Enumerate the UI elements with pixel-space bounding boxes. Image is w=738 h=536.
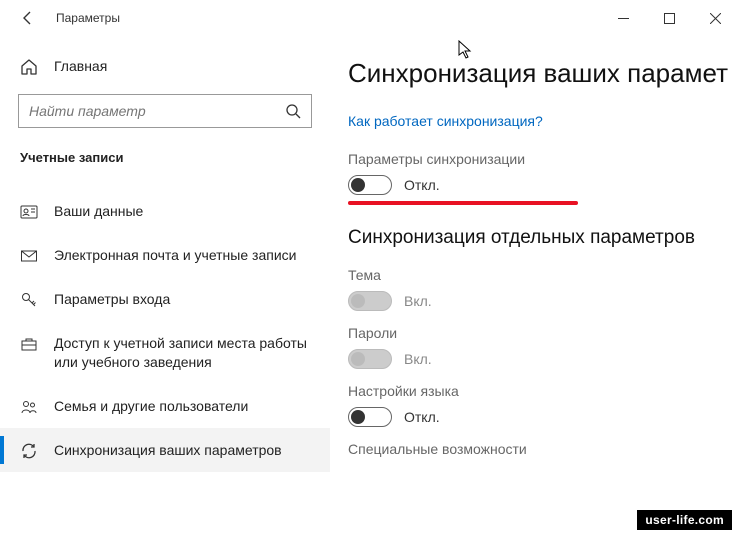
- theme-toggle[interactable]: [348, 291, 392, 311]
- setting-label: Специальные возможности: [348, 441, 738, 457]
- sync-settings-label: Параметры синхронизации: [348, 151, 738, 167]
- back-button[interactable]: [18, 8, 38, 28]
- key-icon: [20, 291, 38, 309]
- home-label: Главная: [54, 58, 107, 74]
- highlight-underline: [348, 201, 578, 205]
- sidebar-item-label: Параметры входа: [54, 289, 170, 309]
- close-button[interactable]: [692, 2, 738, 34]
- window-title: Параметры: [56, 11, 120, 25]
- people-icon: [20, 398, 38, 416]
- setting-state: Откл.: [404, 409, 440, 425]
- sidebar: Главная Учетные записи Ваши данные: [0, 36, 330, 536]
- home-link[interactable]: Главная: [0, 48, 330, 84]
- sidebar-item-family[interactable]: Семья и другие пользователи: [0, 384, 330, 428]
- search-icon: [285, 103, 301, 119]
- setting-label: Настройки языка: [348, 383, 738, 399]
- sidebar-item-sync[interactable]: Синхронизация ваших параметров: [0, 428, 330, 472]
- home-icon: [20, 58, 38, 76]
- setting-label: Тема: [348, 267, 738, 283]
- sidebar-item-signin[interactable]: Параметры входа: [0, 277, 330, 321]
- mail-icon: [20, 247, 38, 265]
- passwords-toggle[interactable]: [348, 349, 392, 369]
- setting-state: Вкл.: [404, 293, 432, 309]
- person-card-icon: [20, 203, 38, 221]
- sync-icon: [20, 442, 38, 460]
- sidebar-item-work-access[interactable]: Доступ к учетной записи места работы или…: [0, 321, 330, 384]
- watermark: user-life.com: [637, 510, 732, 530]
- sidebar-section-title: Учетные записи: [0, 144, 330, 179]
- sync-toggle[interactable]: [348, 175, 392, 195]
- how-sync-works-link[interactable]: Как работает синхронизация?: [348, 113, 543, 129]
- sidebar-item-label: Ваши данные: [54, 201, 143, 221]
- sync-state-text: Откл.: [404, 177, 440, 193]
- page-title: Синхронизация ваших парамет: [348, 58, 738, 89]
- sidebar-item-label: Доступ к учетной записи места работы или…: [54, 333, 310, 372]
- briefcase-icon: [20, 335, 38, 353]
- maximize-button[interactable]: [646, 2, 692, 34]
- individual-settings-heading: Синхронизация отдельных параметров: [348, 227, 738, 249]
- sidebar-item-label: Семья и другие пользователи: [54, 396, 248, 416]
- setting-state: Вкл.: [404, 351, 432, 367]
- sidebar-item-email[interactable]: Электронная почта и учетные записи: [0, 233, 330, 277]
- language-toggle[interactable]: [348, 407, 392, 427]
- minimize-button[interactable]: [600, 2, 646, 34]
- sidebar-item-label: Синхронизация ваших параметров: [54, 440, 282, 460]
- sidebar-item-your-info[interactable]: Ваши данные: [0, 189, 330, 233]
- search-input[interactable]: [29, 103, 279, 119]
- sidebar-item-label: Электронная почта и учетные записи: [54, 245, 296, 265]
- setting-label: Пароли: [348, 325, 738, 341]
- search-box[interactable]: [18, 94, 312, 128]
- main-content: Синхронизация ваших парамет Как работает…: [330, 36, 738, 536]
